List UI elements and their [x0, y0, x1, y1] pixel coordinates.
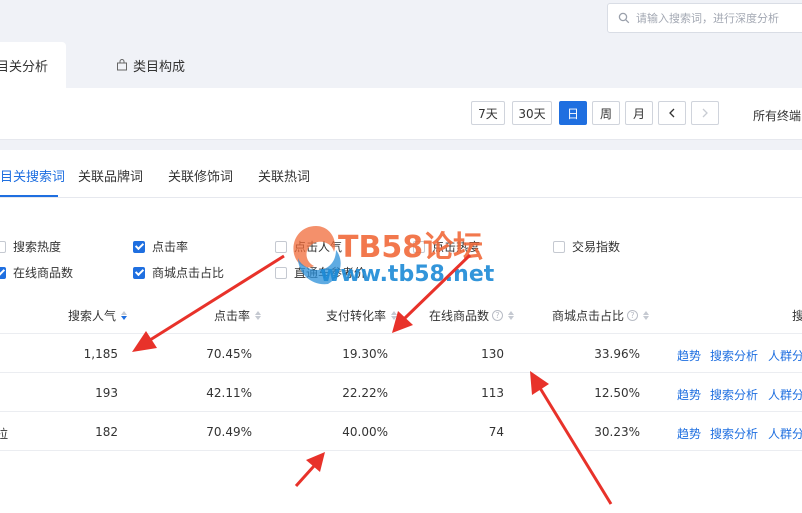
cell-conversion: 40.00%	[342, 425, 388, 439]
section-gap	[0, 140, 802, 150]
chevron-left-icon	[669, 108, 675, 118]
search-icon	[618, 12, 630, 24]
tab-label: 目关分析	[0, 59, 49, 75]
active-tab-underline	[0, 195, 58, 197]
metric-label: 交易指数	[572, 240, 621, 254]
search-input[interactable]	[636, 11, 802, 25]
col-header-ctr[interactable]: 点击率	[214, 307, 262, 324]
col-header-popularity[interactable]: 搜索人气	[68, 307, 128, 324]
trend-link[interactable]: 趋势	[677, 425, 701, 442]
cell-online-items: 74	[488, 425, 504, 439]
crowd-analysis-link[interactable]: 人群分	[768, 347, 802, 364]
main-tabs: 目关分析 类目构成	[0, 42, 802, 88]
bag-icon	[117, 59, 127, 71]
crowd-analysis-link[interactable]: 人群分	[768, 425, 802, 442]
subtab-hot-terms[interactable]: 关联热词	[258, 166, 310, 185]
cell-conversion: 22.22%	[342, 386, 388, 400]
sort-icon	[508, 311, 515, 320]
col-header-online-items[interactable]: 在线商品数?	[429, 307, 515, 324]
cell-mall-ratio: 33.96%	[594, 347, 640, 361]
checkbox[interactable]	[553, 240, 565, 253]
checkbox[interactable]	[0, 266, 6, 279]
header-label: 搜索人气	[68, 309, 117, 323]
sort-icon	[391, 311, 398, 320]
date-week-button[interactable]: 周	[592, 101, 620, 125]
help-icon[interactable]: ?	[627, 310, 639, 321]
sort-icon	[643, 311, 650, 320]
sub-tabs: 目关搜索词 关联品牌词 关联修饰词 关联热词	[0, 150, 802, 198]
metric-online-items[interactable]: 在线商品数	[0, 264, 73, 281]
tab-related-analysis[interactable]: 目关分析	[0, 42, 66, 88]
metric-label: 搜索热度	[13, 240, 62, 254]
metric-mall-click-ratio[interactable]: 商城点击占比	[133, 264, 224, 281]
chevron-right-icon	[702, 108, 708, 118]
date-month-button[interactable]: 月	[625, 101, 653, 125]
cell-mall-ratio: 30.23%	[594, 425, 640, 439]
header-label: 在线商品数	[429, 309, 490, 323]
cell-ctr: 70.49%	[206, 425, 252, 439]
cell-online-items: 130	[481, 347, 504, 361]
checkbox[interactable]	[0, 240, 6, 253]
search-analysis-link[interactable]: 搜索分析	[710, 425, 758, 442]
search-analysis-link[interactable]: 搜索分析	[710, 347, 758, 364]
row-divider	[0, 450, 802, 451]
metric-label: 在线商品数	[13, 266, 74, 280]
next-period-button[interactable]	[691, 101, 719, 125]
cell-mall-ratio: 12.50%	[594, 386, 640, 400]
cell-popularity: 193	[95, 386, 118, 400]
col-header-actions: 搜	[792, 309, 802, 323]
cell-online-items: 113	[481, 386, 504, 400]
arrow-to-conversion-bottom	[294, 452, 325, 488]
row-divider	[0, 333, 802, 334]
checkbox[interactable]	[133, 240, 145, 253]
metric-label: 点击率	[152, 240, 189, 254]
tab-category-composition[interactable]: 类目构成	[116, 42, 185, 88]
date-30d-button[interactable]: 30天	[512, 101, 552, 125]
search-box[interactable]	[607, 3, 802, 33]
metric-trade-index[interactable]: 交易指数	[553, 238, 620, 255]
cell-conversion: 19.30%	[342, 347, 388, 361]
watermark-url: www.tb58.net	[320, 262, 495, 287]
crowd-analysis-link[interactable]: 人群分	[768, 386, 802, 403]
header-label: 商城点击占比	[552, 309, 625, 323]
tab-label: 类目构成	[133, 59, 186, 75]
row-divider	[0, 411, 802, 412]
terminal-select[interactable]: 所有终端	[753, 107, 801, 124]
metric-search-heat[interactable]: 搜索热度	[0, 238, 61, 255]
sort-icon	[255, 311, 262, 320]
checkbox[interactable]	[275, 266, 287, 279]
trend-link[interactable]: 趋势	[677, 347, 701, 364]
subtab-brand-terms[interactable]: 关联品牌词	[78, 166, 143, 185]
metric-ctr[interactable]: 点击率	[133, 238, 188, 255]
cell-keyword[interactable]: 拉	[0, 425, 8, 442]
trend-link[interactable]: 趋势	[677, 386, 701, 403]
header-label: 点击率	[214, 309, 251, 323]
date-7d-button[interactable]: 7天	[471, 101, 505, 125]
watermark-title: TB58论坛	[338, 230, 484, 265]
metric-label: 商城点击占比	[152, 266, 225, 280]
cell-ctr: 42.11%	[206, 386, 252, 400]
checkbox[interactable]	[275, 240, 287, 253]
cell-popularity: 1,185	[83, 347, 118, 361]
date-day-button[interactable]: 日	[559, 101, 587, 125]
prev-period-button[interactable]	[658, 101, 686, 125]
header-label: 支付转化率	[326, 309, 387, 323]
row-divider	[0, 372, 802, 373]
sort-icon	[121, 311, 128, 320]
subtab-modifier-terms[interactable]: 关联修饰词	[168, 166, 233, 185]
col-header-mall-ratio[interactable]: 商城点击占比?	[552, 307, 650, 324]
cell-popularity: 182	[95, 425, 118, 439]
subtab-related-search-terms[interactable]: 目关搜索词	[0, 166, 65, 185]
help-icon[interactable]: ?	[492, 310, 504, 321]
col-header-conversion[interactable]: 支付转化率	[326, 307, 398, 324]
cell-ctr: 70.45%	[206, 347, 252, 361]
search-analysis-link[interactable]: 搜索分析	[710, 386, 758, 403]
checkbox[interactable]	[133, 266, 145, 279]
date-toolbar: 7天 30天 日 周 月 所有终端	[0, 88, 802, 140]
